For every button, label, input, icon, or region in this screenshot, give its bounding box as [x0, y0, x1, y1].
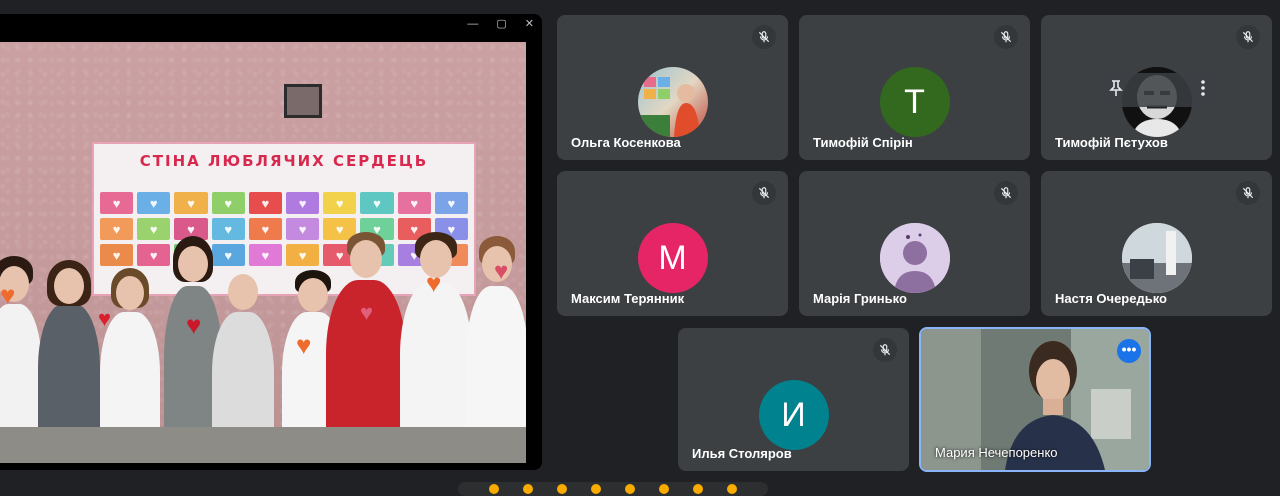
heart-cell — [137, 218, 171, 240]
heart-cell — [100, 244, 134, 266]
participant-tile[interactable]: Марія Гринько — [799, 171, 1030, 316]
minimize-button[interactable]: — — [467, 16, 478, 32]
wall-frame — [284, 84, 322, 118]
heart-cell — [323, 192, 357, 214]
participant-tile[interactable]: М Максим Терянник — [557, 171, 788, 316]
paper-heart: ♥ — [360, 300, 374, 325]
mic-off-icon — [1236, 181, 1260, 205]
heart-cell — [397, 192, 431, 214]
participant-tile[interactable]: Ольга Косенкова — [557, 15, 788, 160]
heart-grid — [100, 192, 468, 266]
heart-cell — [211, 244, 245, 266]
avatar: И — [758, 380, 829, 450]
participant-name: Настя Очередько — [1055, 291, 1167, 306]
paper-heart: ♥ — [494, 258, 509, 285]
avatar: Т — [879, 67, 950, 137]
heart-cell — [286, 218, 320, 240]
heart-cell — [248, 244, 282, 266]
participant-name: Ольга Косенкова — [571, 135, 681, 150]
heart-cell — [100, 192, 134, 214]
heart-cell — [137, 244, 171, 266]
mic-off-icon — [752, 181, 776, 205]
reaction-emoji-icon[interactable] — [693, 484, 703, 494]
participant-name: Мария Нечепоренко — [935, 445, 1058, 460]
participant-name: Илья Столяров — [692, 446, 792, 461]
heart-cell — [286, 244, 320, 266]
participant-tile[interactable]: Т Тимофій Спірін — [799, 15, 1030, 160]
heart-cell — [211, 192, 245, 214]
floor — [0, 427, 526, 463]
shared-photo: СТІНА ЛЮБЛЯЧИХ СЕРДЕЦЬ ♥ ♥ ♥ ♥ ♥ ♥ ♥ ♥ ♥… — [0, 42, 526, 463]
participant-tile[interactable]: Тимофій Пєтухов — [1041, 15, 1272, 160]
heart-cell — [434, 192, 468, 214]
paper-heart: ♥ — [296, 330, 312, 360]
reaction-emoji-icon[interactable] — [659, 484, 669, 494]
poster-title: СТІНА ЛЮБЛЯЧИХ СЕРДЕЦЬ — [139, 152, 429, 170]
window-controls: — ▢ ✕ — [467, 16, 534, 32]
pin-icon[interactable] — [1109, 79, 1123, 101]
reaction-emoji-icon[interactable] — [591, 484, 601, 494]
child-head — [54, 268, 84, 304]
more-options-button[interactable]: ••• — [1117, 339, 1141, 363]
tile-hover-controls[interactable] — [1097, 73, 1217, 107]
child-head — [350, 240, 382, 278]
participant-name: Тимофій Пєтухов — [1055, 135, 1168, 150]
participant-name: Марія Гринько — [813, 291, 907, 306]
avatar: М — [637, 223, 708, 293]
poster: СТІНА ЛЮБЛЯЧИХ СЕРДЕЦЬ — [92, 142, 476, 296]
mic-off-icon — [873, 338, 897, 362]
heart-cell — [137, 192, 171, 214]
bottom-control-bar[interactable] — [458, 482, 768, 496]
heart-cell — [360, 192, 394, 214]
paper-heart: ♥ — [0, 280, 16, 310]
avatar — [637, 67, 708, 137]
reaction-emoji-icon[interactable] — [489, 484, 499, 494]
mic-off-icon — [1236, 25, 1260, 49]
heart-cell — [248, 218, 282, 240]
participant-tile[interactable]: И Илья Столяров — [678, 328, 909, 471]
heart-cell — [248, 192, 282, 214]
participant-tile-active-speaker[interactable]: ••• Мария Нечепоренко — [919, 327, 1151, 472]
reaction-emoji-icon[interactable] — [727, 484, 737, 494]
heart-cell — [286, 192, 320, 214]
more-vert-icon[interactable] — [1201, 79, 1205, 101]
close-button[interactable]: ✕ — [525, 16, 534, 32]
participant-name: Максим Терянник — [571, 291, 685, 306]
heart-cell — [211, 218, 245, 240]
reaction-emoji-icon[interactable] — [557, 484, 567, 494]
avatar — [879, 223, 950, 293]
mic-off-icon — [752, 25, 776, 49]
paper-heart: ♥ — [98, 306, 112, 331]
mic-off-icon — [994, 25, 1018, 49]
heart-cell — [174, 192, 208, 214]
child-head — [228, 274, 258, 310]
maximize-button[interactable]: ▢ — [496, 16, 506, 32]
child-head — [298, 278, 328, 312]
participant-name: Тимофій Спірін — [813, 135, 913, 150]
participant-tile[interactable]: Настя Очередько — [1041, 171, 1272, 316]
child-head — [178, 246, 208, 282]
child-head — [116, 276, 144, 310]
reaction-emoji-icon[interactable] — [523, 484, 533, 494]
paper-heart: ♥ — [186, 310, 202, 340]
mic-off-icon — [994, 181, 1018, 205]
heart-cell — [100, 218, 134, 240]
paper-heart: ♥ — [426, 268, 442, 298]
avatar — [1121, 223, 1192, 293]
reaction-emoji-icon[interactable] — [625, 484, 635, 494]
shared-screen-window[interactable]: — ▢ ✕ СТІНА ЛЮБЛЯЧИХ СЕРДЕЦЬ ♥ ♥ ♥ ♥ ♥ ♥… — [0, 14, 542, 470]
